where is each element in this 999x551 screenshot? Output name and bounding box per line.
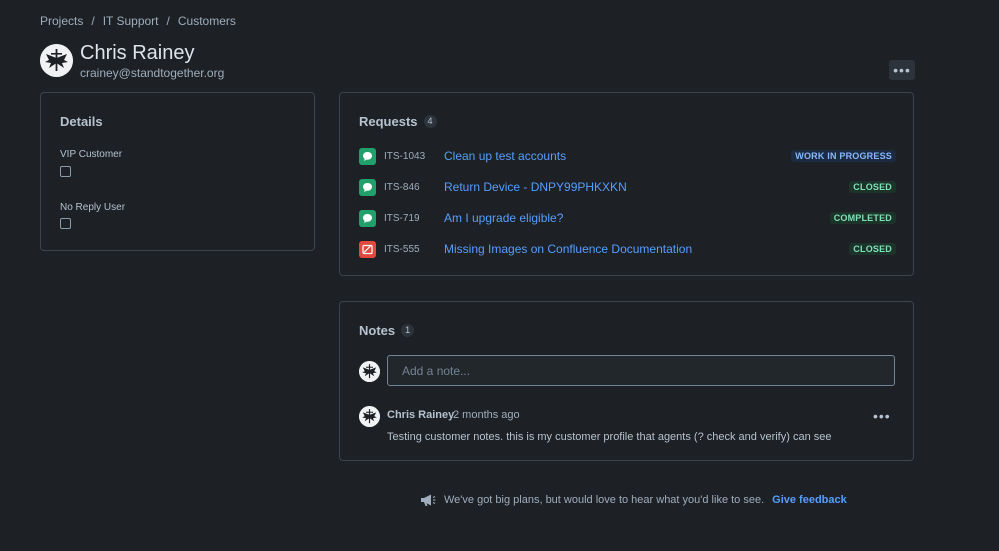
status-badge: CLOSED (849, 181, 896, 193)
breadcrumb-it-support[interactable]: IT Support (103, 14, 159, 28)
status-badge: COMPLETED (829, 212, 896, 224)
customer-name: Chris Rainey (80, 42, 195, 64)
status-badge: CLOSED (849, 243, 896, 255)
breadcrumb-customers[interactable]: Customers (178, 14, 236, 28)
request-summary-link[interactable]: Am I upgrade eligible? (444, 211, 830, 225)
notes-title-text: Notes (359, 323, 396, 338)
note-author: Chris Rainey (387, 409, 455, 421)
more-icon: ••• (893, 62, 911, 78)
request-summary-link[interactable]: Return Device - DNPY99PHKXKN (444, 180, 849, 194)
breadcrumb: Projects / IT Support / Customers (40, 14, 236, 28)
request-row[interactable]: ITS-846 Return Device - DNPY99PHKXKN CLO… (359, 177, 896, 197)
details-panel: Details VIP Customer No Reply User (40, 92, 315, 251)
request-key: ITS-555 (384, 243, 420, 255)
status-badge: WORK IN PROGRESS (791, 150, 896, 162)
details-title-text: Details (60, 114, 103, 129)
request-key: ITS-846 (384, 181, 420, 193)
customer-email: crainey@standtogether.org (80, 66, 225, 80)
request-row[interactable]: ITS-719 Am I upgrade eligible? COMPLETED (359, 208, 896, 228)
request-summary-link[interactable]: Missing Images on Confluence Documentati… (444, 242, 849, 256)
breadcrumb-separator: / (166, 14, 170, 28)
notes-panel: Notes 1 Chris Rainey 2 months ago •• (339, 301, 914, 461)
chat-bubble-icon (359, 147, 376, 165)
requests-title-text: Requests (359, 114, 418, 129)
request-key: ITS-719 (384, 212, 420, 224)
give-feedback-link[interactable]: Give feedback (772, 494, 847, 506)
requests-panel: Requests 4 ITS-1043 Clean up test accoun… (339, 92, 914, 276)
notes-title: Notes 1 (359, 323, 415, 338)
current-user-avatar (359, 361, 380, 382)
request-key: ITS-1043 (384, 150, 426, 162)
emblem-icon (359, 406, 380, 427)
megaphone-icon (421, 494, 436, 506)
customer-avatar (40, 44, 73, 77)
note-body: Testing customer notes. this is my custo… (387, 431, 832, 443)
breadcrumb-projects[interactable]: Projects (40, 14, 83, 28)
notes-count-badge: 1 (401, 324, 415, 337)
request-row[interactable]: ITS-555 Missing Images on Confluence Doc… (359, 239, 896, 259)
no-reply-user-checkbox[interactable] (60, 218, 71, 229)
breadcrumb-separator: / (91, 14, 95, 28)
note-author-avatar (359, 406, 380, 427)
requests-count-badge: 4 (423, 115, 437, 128)
vip-customer-checkbox[interactable] (60, 166, 71, 177)
emblem-icon (40, 44, 73, 77)
requests-title: Requests 4 (359, 114, 437, 129)
chat-bubble-icon (359, 209, 376, 227)
vip-customer-label: VIP Customer (60, 149, 123, 160)
feedback-banner: We've got big plans, but would love to h… (420, 493, 847, 507)
emblem-icon (359, 361, 380, 382)
broken-image-icon (359, 240, 376, 258)
request-row[interactable]: ITS-1043 Clean up test accounts WORK IN … (359, 146, 896, 166)
chat-bubble-icon (359, 178, 376, 196)
request-summary-link[interactable]: Clean up test accounts (444, 149, 791, 163)
details-title: Details (60, 114, 103, 129)
add-note-input[interactable] (387, 355, 895, 386)
no-reply-user-label: No Reply User (60, 202, 126, 213)
feedback-text: We've got big plans, but would love to h… (444, 494, 765, 506)
note-more-button[interactable]: ••• (873, 408, 891, 424)
note-timestamp: 2 months ago (453, 409, 520, 421)
more-actions-button[interactable]: ••• (889, 60, 915, 80)
